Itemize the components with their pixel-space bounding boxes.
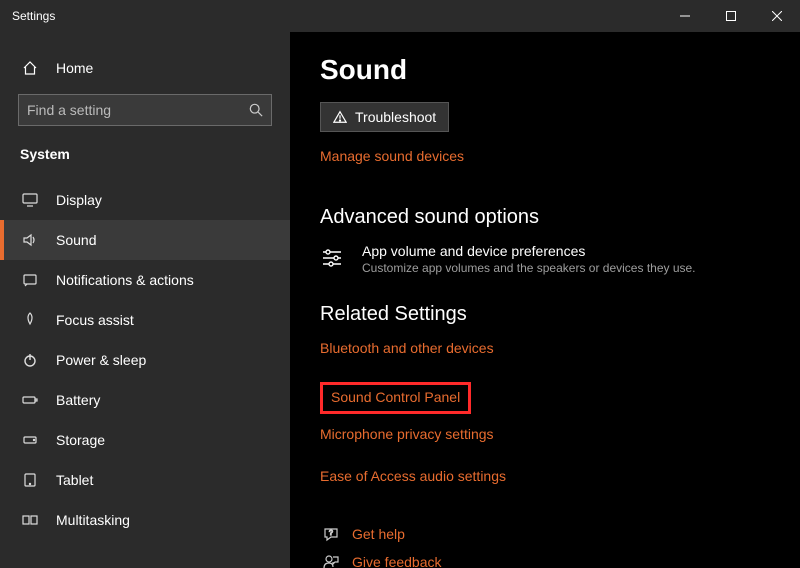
nav-list: Display Sound Notifications & actions <box>0 180 290 540</box>
focus-assist-icon <box>20 312 40 328</box>
sidebar-item-multitasking[interactable]: Multitasking <box>0 500 290 540</box>
titlebar: Settings <box>0 0 800 32</box>
search-input[interactable] <box>27 102 249 118</box>
microphone-privacy-link[interactable]: Microphone privacy settings <box>320 426 494 442</box>
window-controls <box>662 0 800 32</box>
get-help-link[interactable]: ? Get help <box>320 526 770 542</box>
svg-text:?: ? <box>329 530 333 537</box>
multitasking-icon <box>20 512 40 528</box>
help-icon: ? <box>320 526 342 542</box>
sidebar-item-label: Tablet <box>56 472 93 488</box>
home-icon <box>20 60 40 76</box>
manage-sound-devices-link[interactable]: Manage sound devices <box>320 148 464 164</box>
home-button[interactable]: Home <box>0 50 290 86</box>
sidebar-item-label: Power & sleep <box>56 352 146 368</box>
window-title: Settings <box>12 9 662 23</box>
sidebar: Home System Display <box>0 32 290 568</box>
sidebar-item-label: Storage <box>56 432 105 448</box>
sidebar-item-storage[interactable]: Storage <box>0 420 290 460</box>
sidebar-item-notifications[interactable]: Notifications & actions <box>0 260 290 300</box>
notifications-icon <box>20 272 40 288</box>
page-title: Sound <box>320 54 770 86</box>
sidebar-item-tablet[interactable]: Tablet <box>0 460 290 500</box>
search-icon <box>249 103 263 117</box>
display-icon <box>20 192 40 208</box>
troubleshoot-label: Troubleshoot <box>355 109 436 125</box>
feedback-icon <box>320 554 342 568</box>
close-button[interactable] <box>754 0 800 32</box>
warning-icon <box>333 110 347 124</box>
sidebar-item-label: Sound <box>56 232 96 248</box>
sound-control-panel-link[interactable]: Sound Control Panel <box>331 389 460 405</box>
tablet-icon <box>20 472 40 488</box>
search-box[interactable] <box>18 94 272 126</box>
home-label: Home <box>56 60 93 76</box>
pref-title: App volume and device preferences <box>362 243 696 259</box>
sliders-icon <box>320 243 348 275</box>
sound-icon <box>20 232 40 248</box>
storage-icon <box>20 432 40 448</box>
section-label: System <box>0 140 290 180</box>
highlight-box: Sound Control Panel <box>320 382 471 414</box>
troubleshoot-button[interactable]: Troubleshoot <box>320 102 449 132</box>
sidebar-item-label: Display <box>56 192 102 208</box>
sidebar-item-label: Focus assist <box>56 312 134 328</box>
advanced-sound-heading: Advanced sound options <box>320 206 770 229</box>
sidebar-item-sound[interactable]: Sound <box>0 220 290 260</box>
pref-subtitle: Customize app volumes and the speakers o… <box>362 261 696 275</box>
sidebar-item-display[interactable]: Display <box>0 180 290 220</box>
bluetooth-devices-link[interactable]: Bluetooth and other devices <box>320 340 494 356</box>
sidebar-item-focus-assist[interactable]: Focus assist <box>0 300 290 340</box>
minimize-button[interactable] <box>662 0 708 32</box>
sidebar-item-label: Battery <box>56 392 100 408</box>
app-volume-preferences[interactable]: App volume and device preferences Custom… <box>320 243 770 275</box>
power-icon <box>20 352 40 368</box>
give-feedback-link[interactable]: Give feedback <box>320 554 770 568</box>
sidebar-item-battery[interactable]: Battery <box>0 380 290 420</box>
battery-icon <box>20 392 40 408</box>
sidebar-item-power-sleep[interactable]: Power & sleep <box>0 340 290 380</box>
main-content: Sound Troubleshoot Manage sound devices … <box>290 32 800 568</box>
sidebar-item-label: Multitasking <box>56 512 130 528</box>
sidebar-item-label: Notifications & actions <box>56 272 194 288</box>
maximize-button[interactable] <box>708 0 754 32</box>
related-settings-heading: Related Settings <box>320 303 770 326</box>
ease-of-access-audio-link[interactable]: Ease of Access audio settings <box>320 468 506 484</box>
